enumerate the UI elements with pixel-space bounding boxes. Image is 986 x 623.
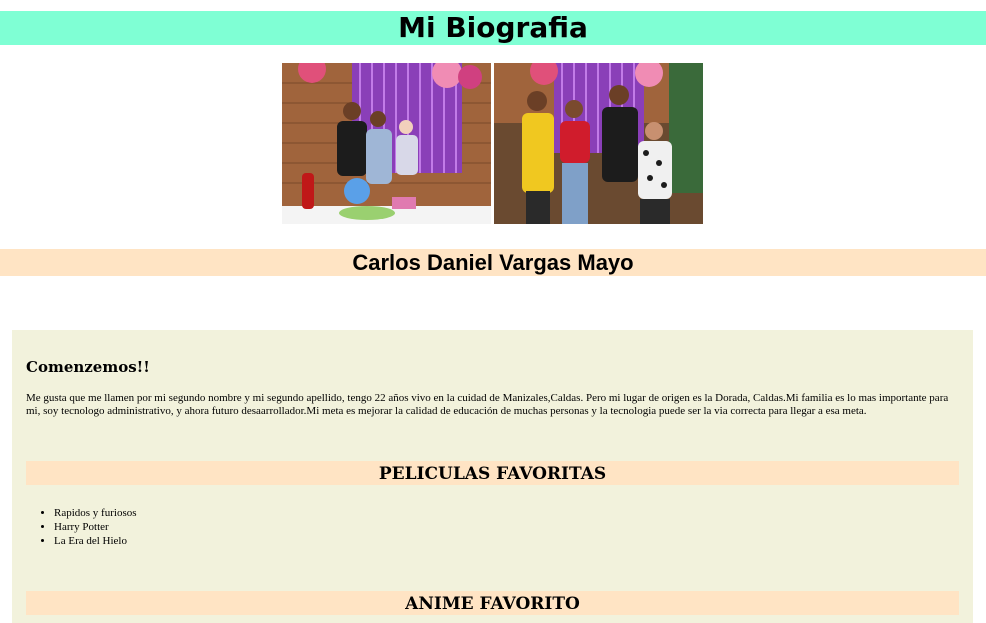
page-title: Mi Biografia <box>0 11 986 45</box>
anime-heading: ANIME FAVORITO <box>26 591 959 615</box>
list-item: Harry Potter <box>54 520 137 534</box>
intro-paragraph: Me gusta que me llamen por mi segundo no… <box>26 392 949 417</box>
list-item: La Era del Hielo <box>54 534 137 548</box>
movies-list: Rapidos y furiosos Harry Potter La Era d… <box>26 506 137 548</box>
intro-heading: Comenzemos!! <box>26 358 150 376</box>
movies-heading: PELICULAS FAVORITAS <box>26 461 959 485</box>
biography-section: Comenzemos!! Me gusta que me llamen por … <box>12 330 973 623</box>
photo-gallery <box>282 63 704 224</box>
family-photo-2 <box>494 63 703 224</box>
list-item: Rapidos y furiosos <box>54 506 137 520</box>
profile-name: Carlos Daniel Vargas Mayo <box>0 249 986 276</box>
family-photo-1 <box>282 63 491 224</box>
